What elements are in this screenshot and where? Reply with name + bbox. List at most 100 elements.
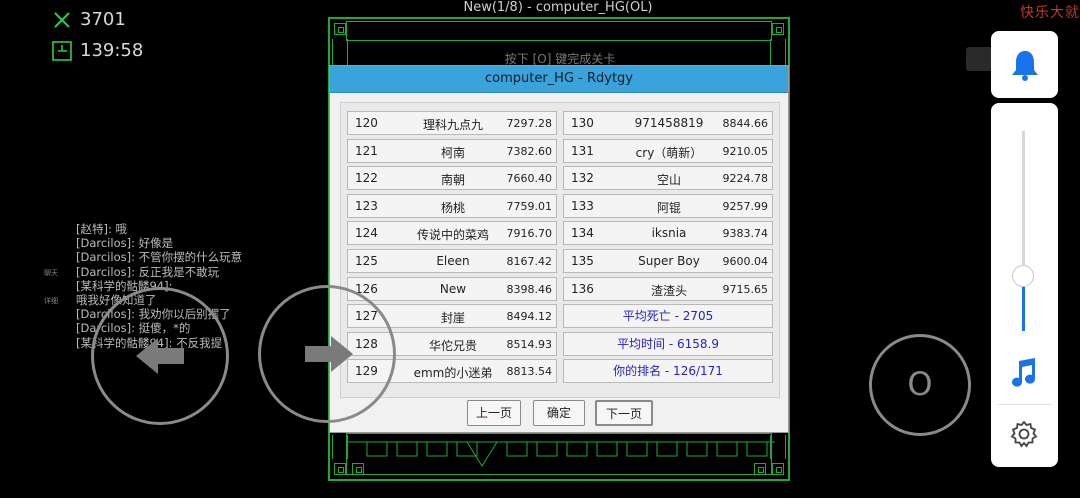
player-name: cry（萌新） (635, 145, 703, 160)
left-button[interactable] (91, 287, 229, 425)
score: 9715.65 (722, 282, 769, 296)
chat-line: [Darcilos]: 反正我是不敢玩 (76, 264, 220, 279)
table-row: 124 传说中的菜鸡 7916.70 (347, 221, 557, 246)
player-name: New (439, 281, 467, 296)
detail-tab[interactable]: 详细 (44, 296, 58, 306)
score: 9257.99 (722, 199, 769, 213)
corner-label: 快乐大就 (1020, 5, 1080, 21)
rank: 121 (355, 143, 378, 158)
player-name: 南朝 (440, 173, 465, 188)
rank: 136 (571, 281, 594, 296)
table-row: 120 理科九点九 7297.28 (347, 111, 557, 135)
table-row: 133 阿锟 9257.99 (563, 193, 773, 218)
action-button[interactable]: O (869, 334, 971, 436)
frame-block (352, 463, 364, 475)
average-time: 平均时间 - 6158.9 (563, 331, 773, 356)
score: 9224.78 (722, 172, 769, 186)
score: 9600.04 (722, 255, 769, 268)
action-button-label: O (907, 365, 933, 403)
frame-block (334, 23, 346, 35)
table-row: 131 cry（萌新） 9210.05 (563, 138, 773, 163)
score: 7382.60 (506, 144, 553, 158)
frame-top-bar (346, 21, 772, 41)
table-row: 130 971458819 8844.66 (563, 111, 773, 135)
player-name: Eleen (436, 254, 470, 268)
next-page-button[interactable]: 下一页 (595, 400, 653, 426)
frame-bottom-bar (346, 433, 775, 475)
music-note-icon[interactable] (1009, 357, 1039, 393)
average-deaths: 平均死亡 - 2705 (563, 304, 773, 329)
table-row: 136 渣渣头 9715.65 (563, 276, 773, 301)
table-row: 122 南朝 7660.40 (347, 166, 557, 191)
score: 7916.70 (506, 227, 553, 241)
right-button[interactable] (258, 285, 396, 423)
table-row: 123 杨桃 7759.01 (347, 193, 557, 218)
player-name: 渣渣头 (650, 283, 687, 298)
arrow-right-icon (305, 336, 353, 372)
timer: 139:58 (52, 40, 143, 61)
settings-gear-icon[interactable] (1010, 420, 1038, 452)
rank: 122 (355, 171, 378, 186)
score: 8813.54 (506, 365, 553, 379)
player-name: 理科九点九 (422, 118, 483, 132)
rank: 123 (355, 198, 378, 213)
frame-block (334, 463, 346, 475)
score: 9210.05 (722, 144, 769, 158)
volume-panel (991, 103, 1058, 467)
score: 9383.74 (722, 227, 769, 241)
frame-column (770, 435, 786, 459)
rank: 134 (571, 226, 594, 241)
rank: 130 (571, 116, 594, 130)
rank: 124 (355, 226, 378, 241)
table-row: 134 iksnia 9383.74 (563, 221, 773, 246)
score: 7660.40 (506, 172, 553, 186)
leaderboard-dialog: computer_HG - Rdytgy 120 理科九点九 7297.28 1… (329, 65, 789, 433)
score: 8398.46 (506, 282, 553, 296)
frame-block (754, 463, 766, 475)
player-name: 空山 (656, 173, 681, 188)
score: 8844.66 (722, 117, 769, 130)
table-row: 135 Super Boy 9600.04 (563, 249, 773, 273)
player-name: 传说中的菜鸡 (416, 228, 489, 243)
rank: 133 (571, 198, 594, 213)
notification-panel (991, 31, 1058, 98)
rank: 125 (355, 254, 378, 268)
player-name: 阿锟 (656, 200, 681, 215)
rank: 131 (571, 143, 594, 158)
prev-page-button[interactable]: 上一页 (467, 400, 521, 426)
confirm-button[interactable]: 确定 (533, 400, 585, 426)
time-value: 139:58 (80, 40, 144, 61)
player-name: 柯南 (440, 145, 465, 160)
frame-block (772, 463, 784, 475)
table-row: 121 柯南 7382.60 (347, 138, 557, 163)
chat-line: [Darcilos]: 好像是 (76, 236, 174, 251)
player-name: 封崖 (440, 311, 465, 326)
chat-line: [赵特]: 哦 (76, 222, 128, 236)
player-name: 971458819 (634, 116, 704, 130)
window-title: New(1/8) - computer_HG(OL) (463, 0, 653, 15)
arrow-left-icon (136, 338, 184, 374)
score: 8514.93 (506, 337, 553, 351)
panel-divider (997, 404, 1052, 405)
rank: 135 (571, 254, 594, 268)
table-row: 125 Eleen 8167.42 (347, 249, 557, 273)
rank: 132 (571, 171, 594, 186)
frame-block (772, 23, 784, 35)
chat-tab[interactable]: 聊天 (44, 268, 58, 278)
player-name: Super Boy (638, 254, 700, 268)
score: 7297.28 (506, 117, 553, 130)
player-name: emm的小迷弟 (413, 366, 493, 381)
score: 8494.12 (506, 310, 553, 324)
score: 7759.01 (506, 199, 553, 213)
volume-slider-thumb[interactable] (1012, 265, 1034, 287)
clock-icon (52, 40, 72, 61)
player-name: 杨桃 (440, 200, 465, 215)
score: 8167.42 (506, 255, 553, 268)
table-row: 132 空山 9224.78 (563, 166, 773, 191)
frame-column (332, 435, 348, 459)
your-rank: 你的排名 - 126/171 (563, 359, 773, 384)
rank: 120 (355, 116, 378, 130)
bell-icon[interactable] (1010, 49, 1040, 85)
player-name: 华佗兄贵 (428, 338, 477, 353)
leaderboard-table: 120 理科九点九 7297.28 121 柯南 7382.60 122 南朝 … (340, 102, 780, 398)
